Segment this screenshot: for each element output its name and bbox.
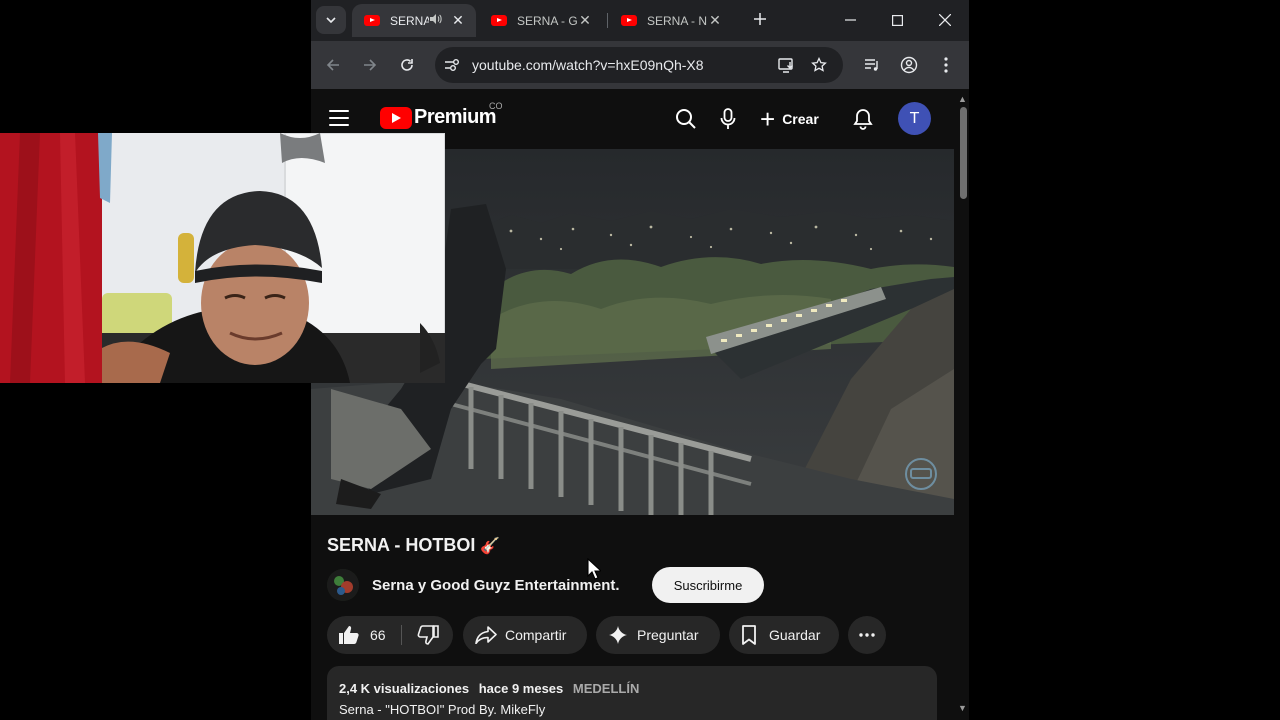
close-tab-icon[interactable]: ✕ [450, 12, 466, 29]
thumbs-down-icon [417, 625, 439, 645]
like-button[interactable]: 66 [327, 616, 401, 654]
action-bar: 66 Compartir Preguntar Guardar [327, 616, 947, 654]
menu-icon[interactable] [329, 110, 349, 128]
logo-text: Premium [414, 106, 497, 128]
share-label: Compartir [505, 627, 567, 643]
youtube-favicon-icon [621, 15, 637, 26]
media-controls-button[interactable] [860, 53, 884, 77]
tab-separator [607, 13, 608, 28]
channel-row: Serna y Good Guyz Entertainment. Suscrib… [327, 566, 947, 606]
youtube-favicon-icon [491, 15, 507, 26]
arrow-right-icon [364, 59, 377, 71]
more-vertical-icon [944, 57, 948, 73]
webcam-feed [0, 133, 445, 383]
tab-serna-1[interactable]: SERNA ✕ [352, 4, 476, 37]
plus-icon [754, 13, 766, 25]
dislike-button[interactable] [402, 616, 453, 654]
minimize-icon [844, 19, 856, 21]
close-tab-icon[interactable]: ✕ [577, 12, 593, 29]
close-window-button[interactable] [922, 0, 968, 40]
channel-name[interactable]: Serna y Good Guyz Entertainment. [372, 577, 620, 594]
scroll-down-arrow-icon[interactable]: ▼ [957, 703, 968, 713]
new-tab-button[interactable] [749, 8, 771, 31]
tab-title: SERNA [390, 13, 429, 28]
more-actions-button[interactable] [848, 616, 886, 654]
microphone-icon[interactable] [715, 106, 741, 132]
youtube-premium-logo[interactable]: Premium [380, 106, 497, 129]
browser-menu-button[interactable] [934, 53, 958, 77]
tab-title: SERNA - G [517, 13, 577, 28]
arrow-left-icon [326, 59, 339, 71]
speaker-icon[interactable] [429, 13, 442, 28]
close-tab-icon[interactable]: ✕ [707, 12, 723, 29]
more-horizontal-icon [859, 633, 875, 637]
account-circle-icon [900, 56, 918, 74]
save-label: Guardar [769, 627, 821, 643]
account-avatar[interactable]: T [898, 102, 931, 135]
browser-toolbar: youtube.com/watch?v=hxE09nQh-X8 [311, 41, 969, 89]
page-scrollbar[interactable]: ▲ ▼ [956, 91, 969, 720]
bell-icon[interactable] [850, 106, 876, 132]
description-text: Serna - "HOTBOI" Prod By. MikeFly [339, 702, 546, 717]
share-button[interactable]: Compartir [463, 616, 587, 654]
location-tag[interactable]: MEDELLÍN [573, 681, 639, 696]
guitar-emoji: 🎸 [480, 538, 501, 555]
back-button[interactable] [321, 53, 345, 77]
thumbs-up-icon [339, 626, 359, 644]
create-button[interactable]: + Crear [760, 105, 819, 133]
site-settings-icon[interactable] [441, 54, 463, 76]
url-text[interactable]: youtube.com/watch?v=hxE09nQh-X8 [472, 57, 704, 73]
video-meta: 2,4 K visualizaciones hace 9 meses MEDEL… [339, 681, 639, 696]
address-bar[interactable]: youtube.com/watch?v=hxE09nQh-X8 [435, 47, 843, 83]
install-app-icon[interactable] [775, 54, 797, 76]
video-title-text: SERNA - HOTBOI [327, 535, 476, 555]
maximize-button[interactable] [874, 0, 920, 40]
sparkle-icon [609, 626, 627, 644]
reload-button[interactable] [395, 53, 419, 77]
chevron-down-icon [326, 17, 336, 23]
close-icon [939, 14, 951, 26]
reload-icon [401, 59, 413, 71]
mouse-cursor-icon [587, 558, 601, 580]
description-box[interactable]: 2,4 K visualizaciones hace 9 meses MEDEL… [327, 666, 937, 720]
share-icon [475, 626, 497, 644]
youtube-logo-icon [380, 106, 412, 129]
view-count: 2,4 K visualizaciones [339, 681, 470, 696]
minimize-button[interactable] [827, 0, 873, 40]
subscribe-button[interactable]: Suscribirme [652, 567, 764, 603]
upload-date: hace 9 meses [478, 681, 564, 696]
forward-button[interactable] [358, 53, 382, 77]
country-code: CO [489, 101, 503, 111]
video-title: SERNA - HOTBOI 🎸 [327, 535, 500, 556]
save-button[interactable]: Guardar [729, 616, 839, 654]
scroll-thumb[interactable] [960, 107, 967, 199]
bookmark-star-icon[interactable] [808, 54, 830, 76]
search-icon[interactable] [673, 106, 699, 132]
like-dislike-group: 66 [327, 616, 453, 654]
like-count: 66 [370, 627, 386, 643]
youtube-favicon-icon [364, 15, 380, 26]
channel-avatar[interactable] [327, 569, 359, 601]
tab-title: SERNA - N [647, 13, 707, 28]
media-queue-icon [865, 59, 878, 71]
ask-button[interactable]: Preguntar [596, 616, 720, 654]
plus-icon: + [760, 104, 776, 134]
bookmark-icon [742, 625, 756, 645]
maximize-icon [891, 14, 903, 26]
scroll-up-arrow-icon[interactable]: ▲ [957, 94, 968, 104]
tab-strip: SERNA ✕ SERNA - G ✕ SERNA - N ✕ [311, 0, 969, 41]
profile-button[interactable] [897, 53, 921, 77]
ask-label: Preguntar [637, 627, 699, 643]
tab-serna-3[interactable]: SERNA - N ✕ [609, 4, 733, 37]
create-label: Crear [782, 111, 819, 127]
tab-serna-2[interactable]: SERNA - G ✕ [479, 4, 603, 37]
webcam-overlay [0, 133, 445, 383]
tab-search-button[interactable] [316, 6, 346, 34]
